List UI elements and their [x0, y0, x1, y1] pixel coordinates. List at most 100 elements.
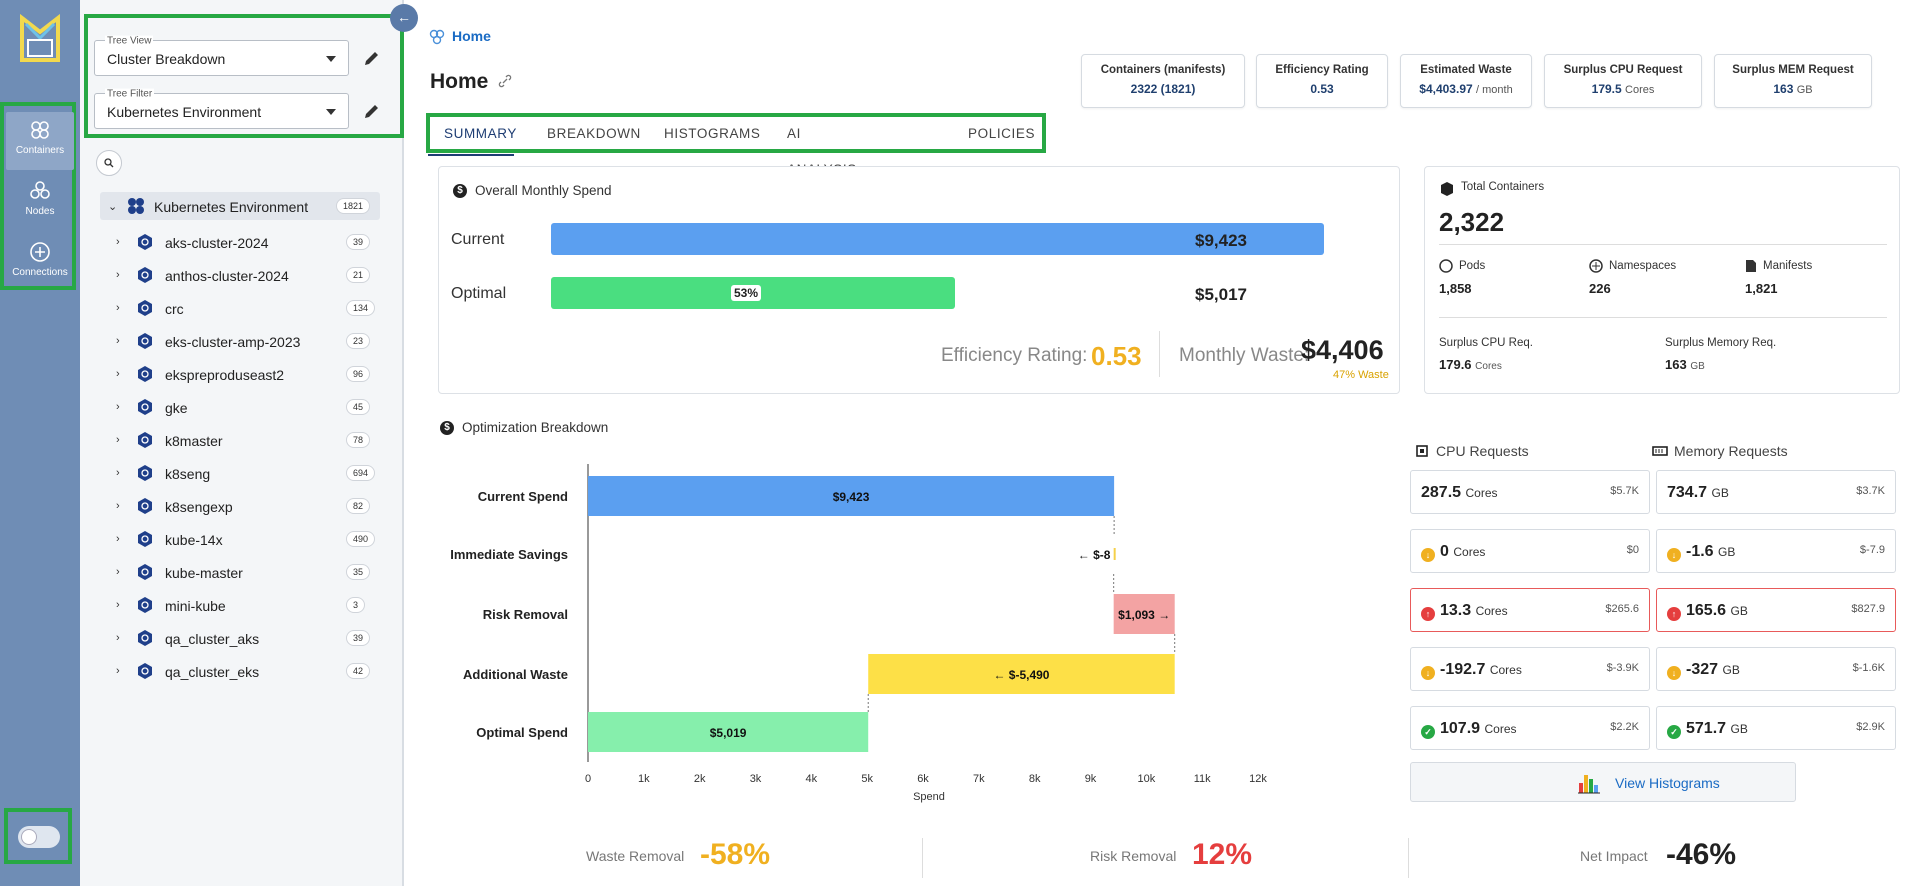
- chevron-right-icon: ›: [116, 566, 120, 578]
- category-label: Risk Removal: [483, 607, 568, 622]
- count-badge: 21: [346, 267, 371, 283]
- rail-item-label: Connections: [12, 267, 68, 278]
- count-badge: 23: [346, 333, 371, 349]
- kubernetes-icon: [138, 399, 152, 415]
- waste-pct: 47% Waste: [1333, 369, 1389, 381]
- net-impact-label: Net Impact: [1580, 848, 1648, 864]
- count-badge: 42: [346, 663, 371, 679]
- cluster-name: eks-cluster-amp-2023: [165, 334, 301, 350]
- mem-value: 734.7: [1667, 484, 1708, 501]
- cluster-name: crc: [165, 301, 184, 317]
- cpu-request-card: ✓ 107.9 Cores $2.2K: [1410, 706, 1650, 750]
- count-badge: 82: [346, 498, 371, 514]
- tab-histograms[interactable]: HISTOGRAMS: [664, 116, 761, 152]
- nodes-icon: [30, 181, 50, 199]
- kpi-value: 0.53: [1310, 82, 1334, 96]
- page-title: Home: [430, 70, 489, 93]
- cluster-row[interactable]: › kube-master 35: [100, 558, 380, 586]
- rail-item-nodes[interactable]: Nodes: [6, 173, 74, 231]
- sun-icon: [21, 829, 37, 845]
- cluster-row[interactable]: › crc 134: [100, 294, 380, 322]
- kpi-label: Surplus MEM Request: [1732, 64, 1854, 76]
- theme-toggle[interactable]: [18, 826, 60, 848]
- tab-policies[interactable]: POLICIES: [968, 116, 1035, 152]
- edit-tree-filter-icon[interactable]: [362, 101, 382, 121]
- monthly-waste-value: $4,406: [1301, 335, 1384, 365]
- cpu-unit: Cores: [1453, 545, 1486, 559]
- cluster-row[interactable]: › anthos-cluster-2024 21: [100, 261, 380, 289]
- current-label: Current: [451, 231, 505, 248]
- cube-icon: [1441, 182, 1453, 196]
- rail-item-label: Containers: [15, 145, 65, 156]
- divider: [922, 838, 923, 878]
- tree-view-select[interactable]: Tree View Cluster Breakdown: [94, 35, 349, 76]
- count-badge: 694: [346, 465, 376, 481]
- kpi-label: Estimated Waste: [1420, 64, 1512, 76]
- tree-filter-label: Tree Filter: [105, 88, 155, 100]
- cluster-row[interactable]: › mini-kube 3: [100, 591, 380, 619]
- cluster-row[interactable]: › qa_cluster_aks 39: [100, 624, 380, 652]
- mem-cost: $2.9K: [1856, 721, 1885, 733]
- tab-breakdown[interactable]: BREAKDOWN: [547, 116, 641, 152]
- kpi-value: 179.5: [1591, 82, 1622, 96]
- tree-root-node[interactable]: ⌄ Kubernetes Environment 1821: [100, 192, 380, 220]
- chevron-right-icon: ›: [116, 500, 120, 512]
- cluster-row[interactable]: › ekspreproduseast2 96: [100, 360, 380, 388]
- kubernetes-icon: [138, 432, 152, 448]
- current-value: $9,423: [1195, 231, 1247, 250]
- cluster-row[interactable]: › gke 45: [100, 393, 380, 421]
- cluster-row[interactable]: › k8sengexp 82: [100, 492, 380, 520]
- cluster-name: k8master: [165, 433, 223, 449]
- efficiency-label: Efficiency Rating:: [941, 345, 1088, 366]
- chevron-right-icon: ›: [116, 599, 120, 611]
- kpi-label: Efficiency Rating: [1275, 64, 1369, 76]
- cluster-row[interactable]: › kube-14x 490: [100, 525, 380, 553]
- cluster-row[interactable]: › k8master 78: [100, 426, 380, 454]
- kpi-surplus-cpu: Surplus CPU Request 179.5 Cores: [1544, 54, 1702, 108]
- status-warn-icon: ↓: [1421, 548, 1435, 562]
- cluster-name: aks-cluster-2024: [165, 235, 269, 251]
- cluster-row[interactable]: › k8seng 694: [100, 459, 380, 487]
- cluster-row[interactable]: › eks-cluster-amp-2023 23: [100, 327, 380, 355]
- x-tick-label: 4k: [806, 773, 818, 785]
- surplus-mem-unit: GB: [1690, 361, 1705, 372]
- link-icon[interactable]: [498, 74, 512, 88]
- tab-summary[interactable]: SUMMARY: [444, 116, 517, 152]
- cluster-row[interactable]: › aks-cluster-2024 39: [100, 228, 380, 256]
- tab-ai-analysis-details[interactable]: AI ANALYSIS DETAILS: [787, 116, 857, 213]
- chevron-down-icon: ⌄: [108, 201, 118, 213]
- kpi-efficiency: Efficiency Rating 0.53: [1256, 54, 1388, 108]
- collapse-panel-button[interactable]: ←: [390, 4, 418, 32]
- waterfall-bar: [1113, 548, 1116, 560]
- rail-item-connections[interactable]: Connections: [6, 234, 74, 292]
- divider: [1439, 244, 1887, 245]
- count-badge: 490: [346, 531, 376, 547]
- caret-down-icon: [326, 56, 336, 62]
- view-histograms-button[interactable]: View Histograms: [1410, 762, 1796, 802]
- net-impact-value: -46%: [1666, 838, 1737, 871]
- cluster-row[interactable]: › qa_cluster_eks 42: [100, 657, 380, 685]
- tree-search-button[interactable]: [96, 150, 122, 176]
- mem-unit: GB: [1730, 722, 1748, 736]
- mem-unit: GB: [1730, 604, 1748, 618]
- waste-removal-label: Waste Removal: [586, 848, 685, 864]
- chevron-right-icon: ›: [116, 269, 120, 281]
- breadcrumb[interactable]: Home: [452, 28, 491, 44]
- waste-removal-value: -58%: [700, 838, 771, 871]
- cpu-requests-title: CPU Requests: [1436, 443, 1529, 459]
- data-label: ← $-5,490: [993, 668, 1049, 682]
- namespaces-value: 226: [1589, 281, 1611, 296]
- cpu-unit: Cores: [1489, 663, 1522, 677]
- kpi-unit: GB: [1796, 84, 1813, 96]
- rail-item-containers[interactable]: Containers: [6, 112, 74, 170]
- cpu-request-card: 287.5 Cores $5.7K: [1410, 470, 1650, 514]
- cluster-name: kube-14x: [165, 532, 223, 548]
- data-label: $1,093 →: [1118, 608, 1170, 622]
- namespaces-label: Namespaces: [1609, 260, 1677, 272]
- edit-tree-view-icon[interactable]: [362, 48, 382, 68]
- tree-filter-select[interactable]: Tree Filter Kubernetes Environment: [94, 88, 349, 129]
- kubernetes-icon: [138, 663, 152, 679]
- manifest-icon: [1746, 260, 1756, 272]
- kubernetes-env-icon: [128, 198, 144, 214]
- kpi-value: 163: [1773, 82, 1794, 96]
